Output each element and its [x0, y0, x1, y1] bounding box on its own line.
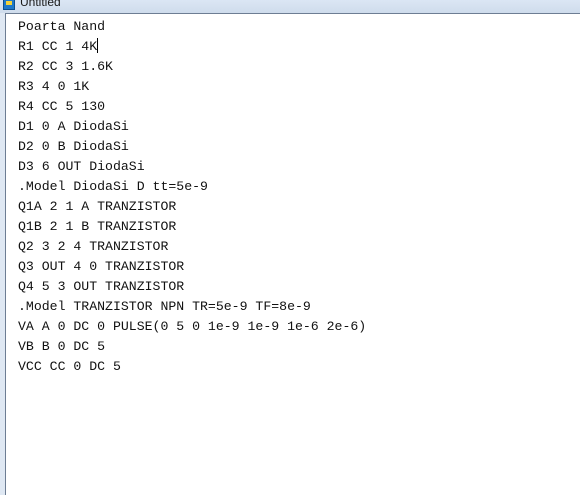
editor-line: R2 CC 3 1.6K	[18, 59, 113, 74]
editor-line: R3 4 0 1K	[18, 79, 90, 94]
editor-line: VCC CC 0 DC 5	[18, 359, 121, 374]
editor-line: Q1B 2 1 B TRANZISTOR	[18, 219, 177, 234]
editor-line: Q1A 2 1 A TRANZISTOR	[18, 199, 177, 214]
editor-line: VB B 0 DC 5	[18, 339, 106, 354]
editor-line: .Model DiodaSi D tt=5e-9	[18, 179, 208, 194]
editor-line: R1 CC 1 4K	[18, 38, 99, 54]
text-editor[interactable]: Poarta Nand R1 CC 1 4K R2 CC 3 1.6K R3 4…	[5, 13, 580, 495]
text-caret	[97, 38, 99, 53]
editor-line: Q4 5 3 OUT TRANZISTOR	[18, 279, 185, 294]
window-title: Untitled	[20, 0, 61, 9]
editor-line: Poarta Nand	[18, 19, 106, 34]
editor-line: VA A 0 DC 0 PULSE(0 5 0 1e-9 1e-9 1e-6 2…	[18, 319, 367, 334]
notepad-app-icon[interactable]	[3, 0, 15, 10]
editor-line: D1 0 A DiodaSi	[18, 119, 129, 134]
title-bar[interactable]: Untitled	[0, 0, 580, 13]
editor-line: R4 CC 5 130	[18, 99, 106, 114]
editor-line: Q3 OUT 4 0 TRANZISTOR	[18, 259, 185, 274]
editor-line: D3 6 OUT DiodaSi	[18, 159, 145, 174]
app-window: Untitled Poarta Nand R1 CC 1 4K R2 CC 3 …	[0, 0, 580, 495]
editor-line: D2 0 B DiodaSi	[18, 139, 129, 154]
editor-line: Q2 3 2 4 TRANZISTOR	[18, 239, 169, 254]
editor-line: .Model TRANZISTOR NPN TR=5e-9 TF=8e-9	[18, 299, 311, 314]
